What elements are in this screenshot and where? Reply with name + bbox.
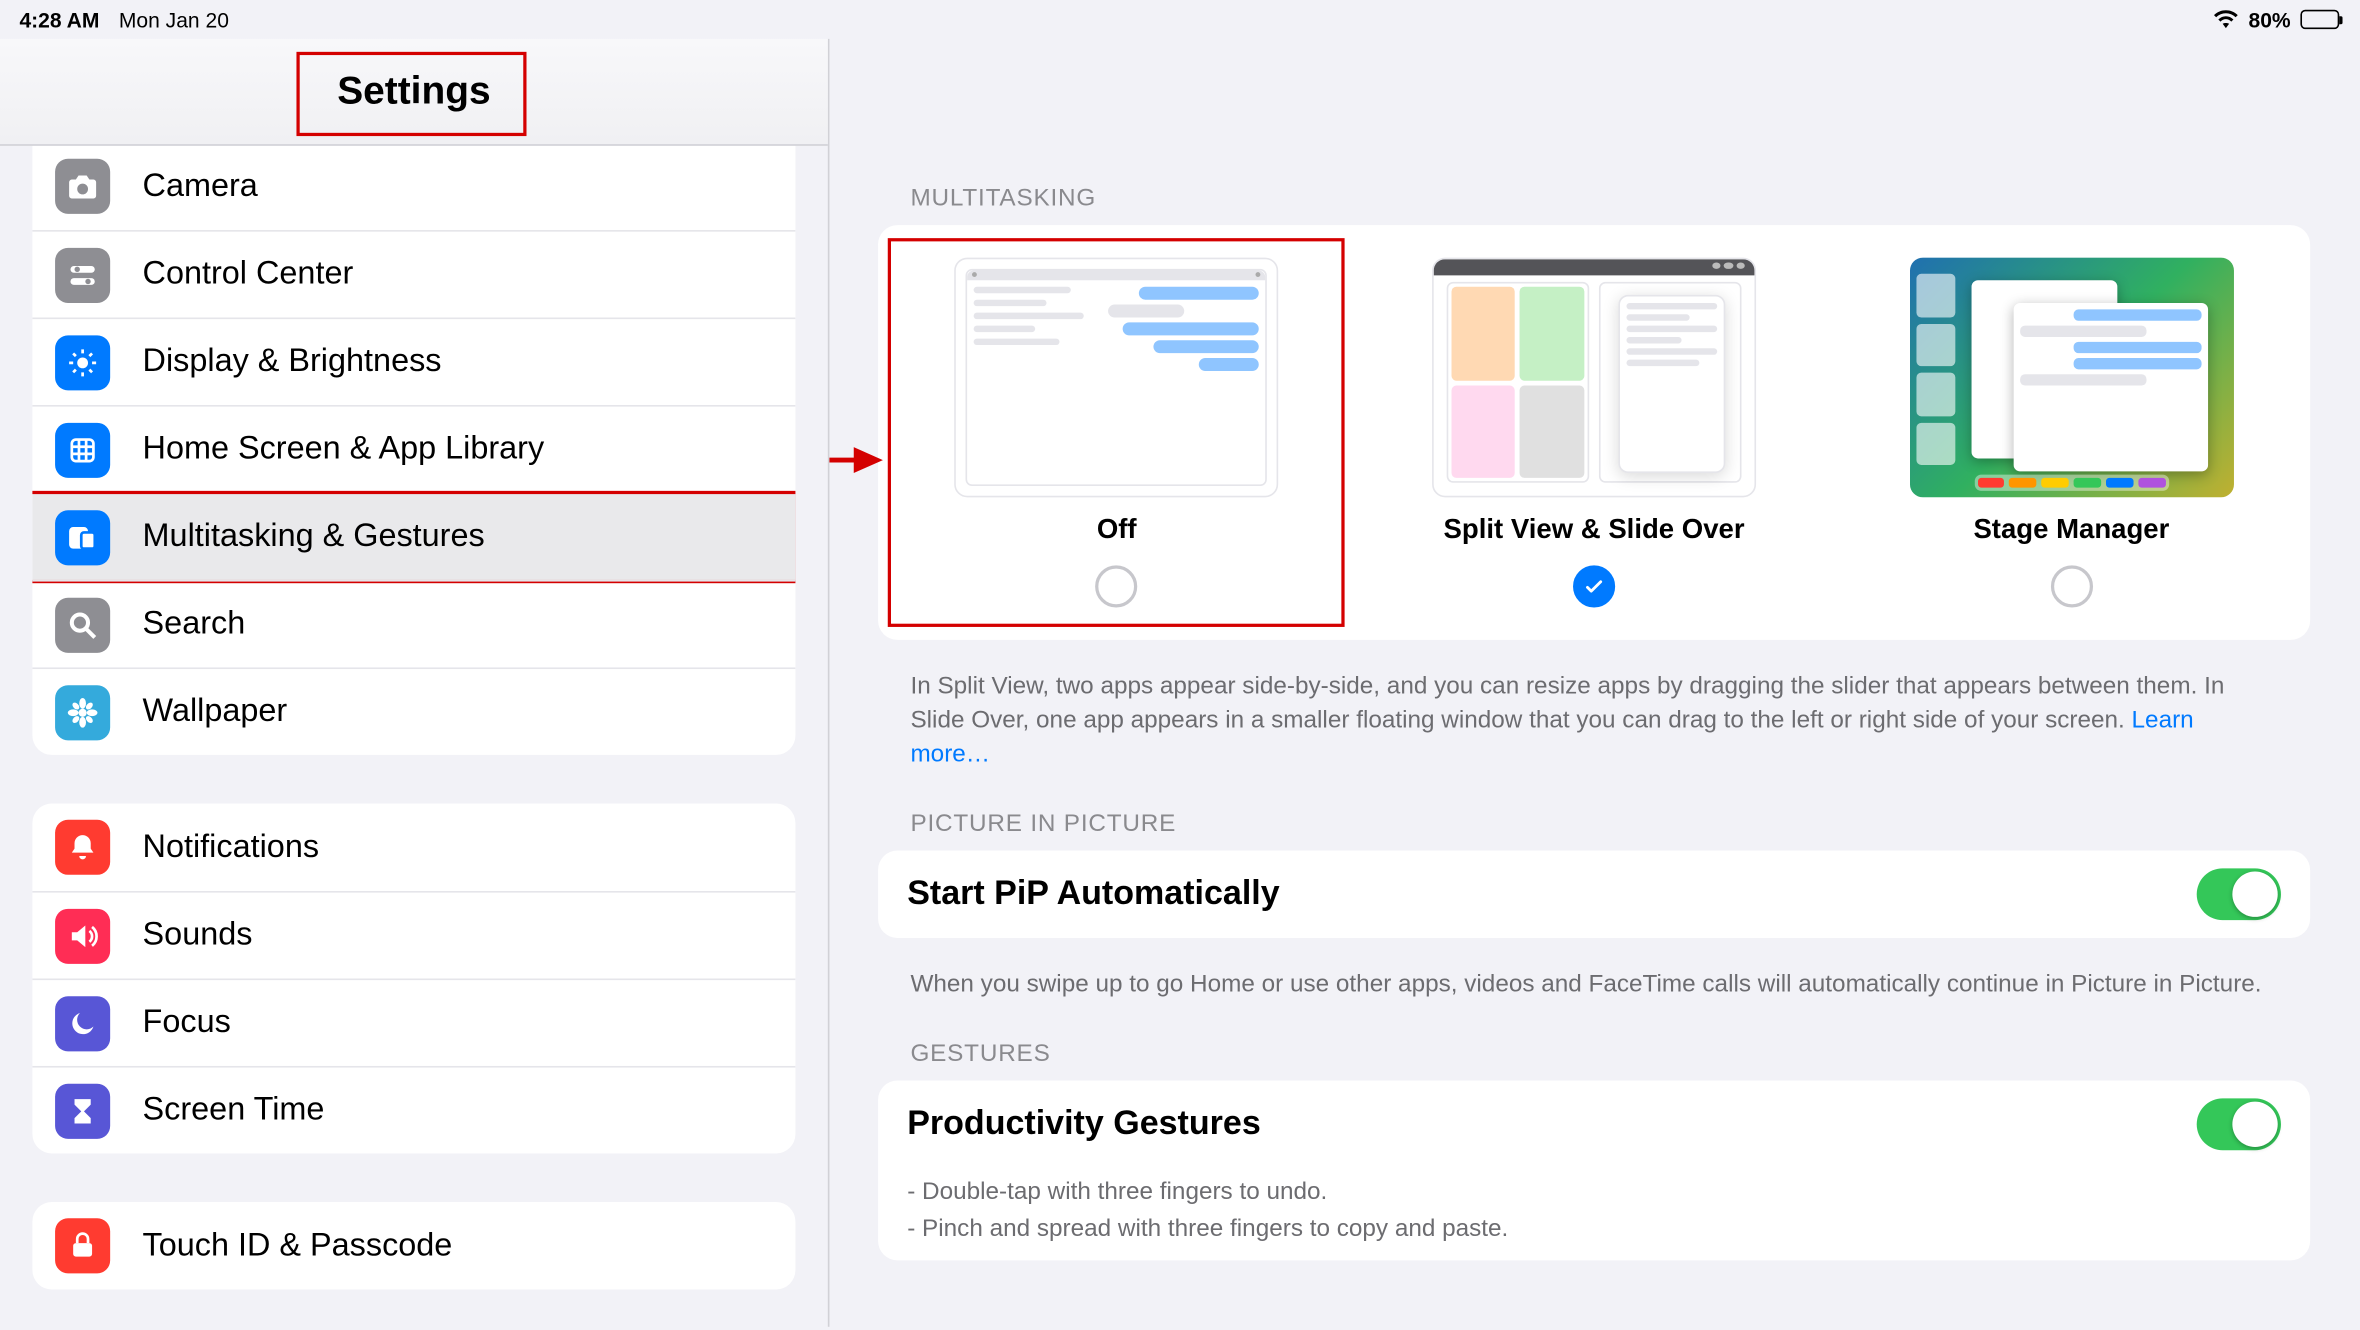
sidebar-item-wallpaper[interactable]: Wallpaper bbox=[32, 667, 795, 754]
sidebar-item-sounds[interactable]: Sounds bbox=[32, 891, 795, 978]
multitask-icon bbox=[55, 509, 110, 564]
sidebar-item-label: Focus bbox=[143, 1004, 231, 1041]
gestures-toggle[interactable] bbox=[2197, 1098, 2281, 1150]
sidebar-item-label: Control Center bbox=[143, 256, 354, 293]
settings-sidebar: Settings Camera Control Center Display bbox=[0, 39, 829, 1327]
camera-icon bbox=[55, 159, 110, 214]
gestures-row-label: Productivity Gestures bbox=[907, 1105, 1261, 1144]
gestures-row[interactable]: Productivity Gestures bbox=[878, 1081, 2310, 1168]
sidebar-item-multitasking[interactable]: Multitasking & Gestures bbox=[32, 492, 795, 579]
brightness-icon bbox=[55, 335, 110, 390]
gestures-card: Productivity Gestures - Double-tap with … bbox=[878, 1081, 2310, 1261]
multitasking-options-card: Off bbox=[878, 225, 2310, 640]
sidebar-item-camera[interactable]: Camera bbox=[32, 146, 795, 230]
sidebar-item-home-screen[interactable]: Home Screen & App Library bbox=[32, 405, 795, 492]
sidebar-item-touch-id[interactable]: Touch ID & Passcode bbox=[32, 1202, 795, 1289]
option-label: Stage Manager bbox=[1973, 514, 2169, 546]
sidebar-item-label: Notifications bbox=[143, 829, 319, 866]
multitasking-option-split[interactable]: Split View & Slide Over bbox=[1375, 248, 1812, 617]
footer-body: In Split View, two apps appear side-by-s… bbox=[910, 672, 2224, 734]
radio-indicator bbox=[1573, 565, 1615, 607]
toggles-icon bbox=[55, 247, 110, 302]
pip-toggle[interactable] bbox=[2197, 868, 2281, 920]
sidebar-item-label: Wallpaper bbox=[143, 693, 288, 730]
multitasking-footer-text: In Split View, two apps appear side-by-s… bbox=[878, 653, 2310, 810]
sidebar-item-label: Sounds bbox=[143, 917, 253, 954]
sidebar-group-display: Camera Control Center Display & Brightne… bbox=[32, 146, 795, 755]
homegrid-icon bbox=[55, 422, 110, 477]
option-label: Off bbox=[1097, 514, 1137, 546]
page-title: Settings bbox=[337, 69, 490, 114]
sidebar-item-notifications[interactable]: Notifications bbox=[32, 804, 795, 891]
wifi-icon bbox=[2213, 10, 2239, 29]
option-label: Split View & Slide Over bbox=[1444, 514, 1745, 546]
moon-icon bbox=[55, 995, 110, 1050]
detail-panel: MULTITASKING bbox=[829, 39, 2358, 1327]
sidebar-item-label: Touch ID & Passcode bbox=[143, 1227, 453, 1264]
sidebar-item-focus[interactable]: Focus bbox=[32, 978, 795, 1065]
radio-indicator bbox=[2050, 565, 2092, 607]
sidebar-item-label: Display & Brightness bbox=[143, 343, 442, 380]
sidebar-item-label: Search bbox=[143, 606, 246, 643]
sidebar-item-label: Camera bbox=[143, 168, 258, 205]
status-date: Mon Jan 20 bbox=[119, 7, 229, 31]
sidebar-item-label: Home Screen & App Library bbox=[143, 431, 545, 468]
sidebar-group-notifications: Notifications Sounds Focus Screen Time bbox=[32, 804, 795, 1154]
option-preview bbox=[1909, 258, 2233, 498]
pip-row-label: Start PiP Automatically bbox=[907, 875, 1279, 914]
option-preview bbox=[955, 258, 1279, 498]
gestures-section-header: GESTURES bbox=[878, 1040, 2310, 1081]
speaker-icon bbox=[55, 908, 110, 963]
multitasking-section-header: MULTITASKING bbox=[878, 185, 2310, 226]
flower-icon bbox=[55, 684, 110, 739]
sidebar-item-search[interactable]: Search bbox=[32, 580, 795, 667]
multitasking-option-off[interactable]: Off bbox=[898, 248, 1335, 617]
pip-row[interactable]: Start PiP Automatically bbox=[878, 851, 2310, 938]
status-bar: 4:28 AM Mon Jan 20 80% bbox=[0, 0, 2359, 39]
hourglass-icon bbox=[55, 1083, 110, 1138]
gestures-bullets: - Double-tap with three fingers to undo.… bbox=[878, 1168, 2310, 1247]
lock-icon bbox=[55, 1218, 110, 1273]
bell-icon bbox=[55, 820, 110, 875]
sidebar-item-display[interactable]: Display & Brightness bbox=[32, 318, 795, 405]
sidebar-item-control-center[interactable]: Control Center bbox=[32, 230, 795, 317]
option-preview bbox=[1432, 258, 1756, 498]
radio-indicator bbox=[1096, 565, 1138, 607]
multitasking-option-stage[interactable]: Stage Manager bbox=[1853, 248, 2290, 617]
sidebar-header: Settings bbox=[0, 39, 828, 146]
sidebar-item-label: Screen Time bbox=[143, 1092, 325, 1129]
pip-footer-text: When you swipe up to go Home or use othe… bbox=[878, 951, 2310, 1040]
pip-section-header: PICTURE IN PICTURE bbox=[878, 810, 2310, 851]
battery-percent: 80% bbox=[2249, 7, 2291, 31]
battery-icon bbox=[2300, 10, 2339, 29]
sidebar-item-label: Multitasking & Gestures bbox=[143, 518, 485, 555]
sidebar-group-security: Touch ID & Passcode bbox=[32, 1202, 795, 1289]
status-time: 4:28 AM bbox=[19, 7, 99, 31]
sidebar-item-screen-time[interactable]: Screen Time bbox=[32, 1066, 795, 1153]
pip-card: Start PiP Automatically bbox=[878, 851, 2310, 938]
search-icon bbox=[55, 597, 110, 652]
